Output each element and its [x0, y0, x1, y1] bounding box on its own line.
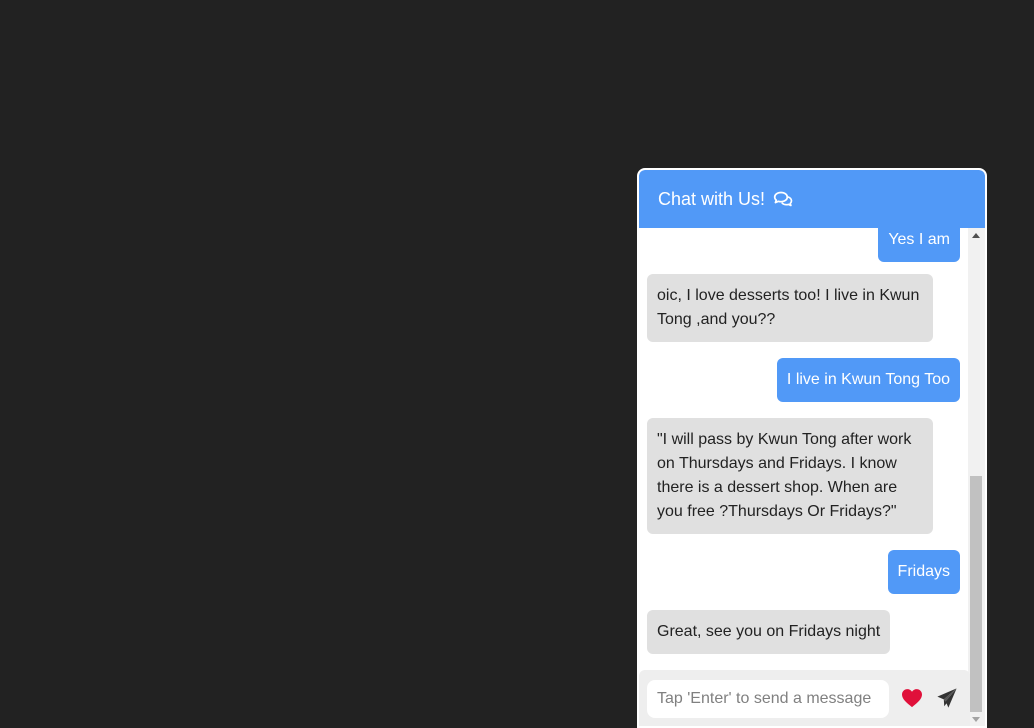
chat-header[interactable]: Chat with Us! [639, 170, 985, 228]
chat-title: Chat with Us! [658, 188, 766, 209]
paper-plane-icon[interactable] [936, 687, 958, 714]
user-message: I live in Kwun Tong Too [776, 358, 960, 402]
scroll-up-arrow-icon[interactable] [972, 233, 980, 238]
message-list[interactable]: Yes I am oic, I love desserts too! I liv… [639, 228, 970, 670]
message-composer [639, 670, 970, 726]
bot-message: "I will pass by Kwun Tong after work on … [647, 418, 933, 534]
scroll-thumb[interactable] [970, 476, 982, 712]
user-message: Fridays [887, 550, 960, 594]
user-message: Yes I am [878, 228, 960, 262]
bot-message: Great, see you on Fridays night [647, 610, 891, 654]
message-input[interactable] [647, 680, 889, 718]
heart-icon[interactable] [901, 688, 923, 713]
bot-message: oic, I love desserts too! I live in Kwun… [647, 274, 933, 342]
scroll-down-arrow-icon[interactable] [972, 717, 980, 722]
messages-scrollbar[interactable] [968, 228, 985, 726]
comments-icon [773, 190, 793, 208]
chat-widget: Chat with Us! Yes I am oic, I love desse… [637, 168, 987, 728]
